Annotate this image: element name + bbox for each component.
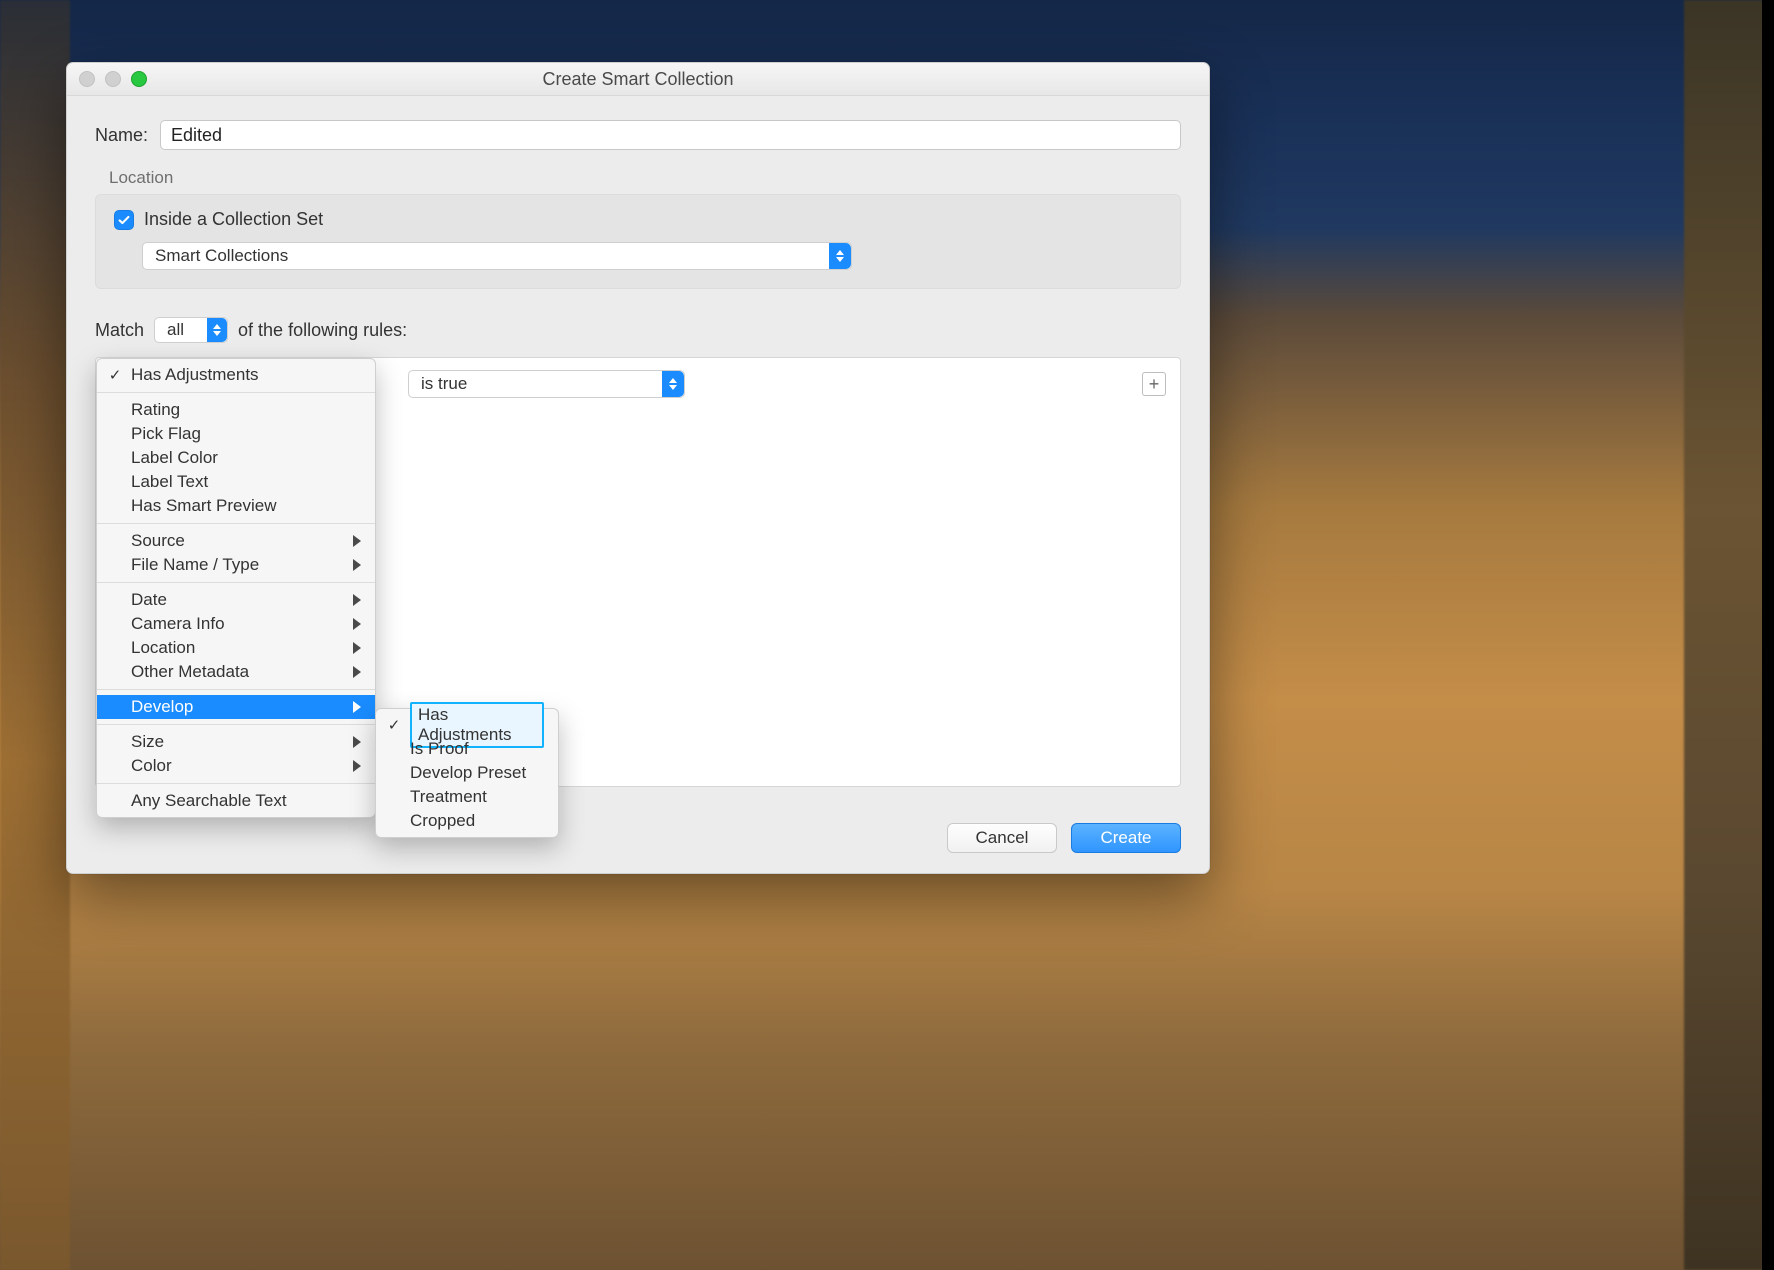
match-prefix: Match xyxy=(95,320,144,341)
window-minimize-button[interactable] xyxy=(105,71,121,87)
menu-item-location[interactable]: Location xyxy=(97,636,375,660)
check-icon xyxy=(117,213,131,227)
location-heading: Location xyxy=(109,168,1181,188)
submenu-item-has-adjustments[interactable]: ✓Has Adjustments xyxy=(376,713,558,737)
menu-item-label: Size xyxy=(131,732,345,752)
menu-item-label: Label Text xyxy=(131,472,361,492)
submenu-item-treatment[interactable]: Treatment xyxy=(376,785,558,809)
collection-set-select[interactable]: Smart Collections xyxy=(142,242,852,270)
menu-item-label: Develop xyxy=(131,697,345,717)
menu-item-label: Other Metadata xyxy=(131,662,345,682)
chevron-right-icon xyxy=(353,594,361,606)
submenu-item-cropped[interactable]: Cropped xyxy=(376,809,558,833)
menu-separator xyxy=(97,724,375,725)
create-button[interactable]: Create xyxy=(1071,823,1181,853)
dialog-create-smart-collection: Create Smart Collection Name: Location I… xyxy=(66,62,1210,874)
menu-item-label: Source xyxy=(131,531,345,551)
select-stepper-icon xyxy=(207,318,227,342)
chevron-right-icon xyxy=(353,535,361,547)
menu-separator xyxy=(97,689,375,690)
match-suffix: of the following rules: xyxy=(238,320,407,341)
menu-item-label: Rating xyxy=(131,400,361,420)
inside-collection-label: Inside a Collection Set xyxy=(144,209,323,230)
menu-separator xyxy=(97,582,375,583)
chevron-right-icon xyxy=(353,618,361,630)
rule-condition-value: is true xyxy=(421,374,467,394)
collection-set-value: Smart Collections xyxy=(155,246,288,266)
menu-item-label: Has Smart Preview xyxy=(131,496,361,516)
screen-edge xyxy=(1762,0,1774,1270)
menu-item-label: Any Searchable Text xyxy=(131,791,361,811)
menu-item-label-color[interactable]: Label Color xyxy=(97,446,375,470)
menu-separator xyxy=(97,392,375,393)
menu-item-source[interactable]: Source xyxy=(97,529,375,553)
menu-item-label: Color xyxy=(131,756,345,776)
submenu-item-label: Develop Preset xyxy=(410,763,544,783)
menu-item-label: Camera Info xyxy=(131,614,345,634)
window-close-button[interactable] xyxy=(79,71,95,87)
submenu-item-is-proof[interactable]: Is Proof xyxy=(376,737,558,761)
name-input[interactable] xyxy=(160,120,1181,150)
menu-item-label: Has Adjustments xyxy=(131,365,361,385)
menu-item-any-searchable-text[interactable]: Any Searchable Text xyxy=(97,789,375,813)
submenu-item-label: Cropped xyxy=(410,811,544,831)
add-rule-button[interactable]: + xyxy=(1142,372,1166,396)
select-stepper-icon xyxy=(829,243,851,269)
menu-item-file-name-type[interactable]: File Name / Type xyxy=(97,553,375,577)
window-controls xyxy=(79,71,147,87)
submenu-item-label: Is Proof xyxy=(410,739,544,759)
menu-separator xyxy=(97,783,375,784)
chevron-right-icon xyxy=(353,736,361,748)
match-mode-select[interactable]: all xyxy=(154,317,228,343)
menu-item-label-text[interactable]: Label Text xyxy=(97,470,375,494)
menu-separator xyxy=(97,523,375,524)
name-label: Name: xyxy=(95,125,148,146)
chevron-right-icon xyxy=(353,666,361,678)
chevron-right-icon xyxy=(353,760,361,772)
dialog-title: Create Smart Collection xyxy=(542,69,733,90)
menu-item-color[interactable]: Color xyxy=(97,754,375,778)
match-mode-value: all xyxy=(167,320,184,340)
rules-area: is true + ✓ Has Adjustments Rating Pick Fla… xyxy=(95,357,1181,787)
plus-icon: + xyxy=(1149,375,1160,393)
menu-item-other-metadata[interactable]: Other Metadata xyxy=(97,660,375,684)
titlebar: Create Smart Collection xyxy=(67,63,1209,96)
menu-item-label: Location xyxy=(131,638,345,658)
menu-item-has-smart-preview[interactable]: Has Smart Preview xyxy=(97,494,375,518)
rule-condition-select[interactable]: is true xyxy=(408,370,685,398)
menu-item-rating[interactable]: Rating xyxy=(97,398,375,422)
menu-item-label: Pick Flag xyxy=(131,424,361,444)
develop-submenu[interactable]: ✓Has AdjustmentsIs Proof Develop Preset Tr… xyxy=(375,708,559,838)
cancel-button[interactable]: Cancel xyxy=(947,823,1057,853)
menu-item-develop[interactable]: Develop xyxy=(97,695,375,719)
menu-item-label: Date xyxy=(131,590,345,610)
submenu-item-develop-preset[interactable]: Develop Preset xyxy=(376,761,558,785)
check-icon: ✓ xyxy=(107,366,123,384)
menu-item-size[interactable]: Size xyxy=(97,730,375,754)
submenu-item-label: Treatment xyxy=(410,787,544,807)
select-stepper-icon xyxy=(662,371,684,397)
chevron-right-icon xyxy=(353,701,361,713)
menu-item-camera-info[interactable]: Camera Info xyxy=(97,612,375,636)
menu-item-date[interactable]: Date xyxy=(97,588,375,612)
create-label: Create xyxy=(1100,828,1151,848)
cancel-label: Cancel xyxy=(976,828,1029,848)
rule-type-dropdown[interactable]: ✓ Has Adjustments Rating Pick Flag Label Col… xyxy=(96,358,376,818)
check-icon: ✓ xyxy=(386,716,402,734)
chevron-right-icon xyxy=(353,559,361,571)
inside-collection-checkbox[interactable] xyxy=(114,210,134,230)
menu-item-label: File Name / Type xyxy=(131,555,345,575)
window-zoom-button[interactable] xyxy=(131,71,147,87)
chevron-right-icon xyxy=(353,642,361,654)
menu-item-pick-flag[interactable]: Pick Flag xyxy=(97,422,375,446)
location-section: Inside a Collection Set Smart Collection… xyxy=(95,194,1181,289)
menu-item-label: Label Color xyxy=(131,448,361,468)
menu-item-has-adjustments[interactable]: ✓ Has Adjustments xyxy=(97,363,375,387)
